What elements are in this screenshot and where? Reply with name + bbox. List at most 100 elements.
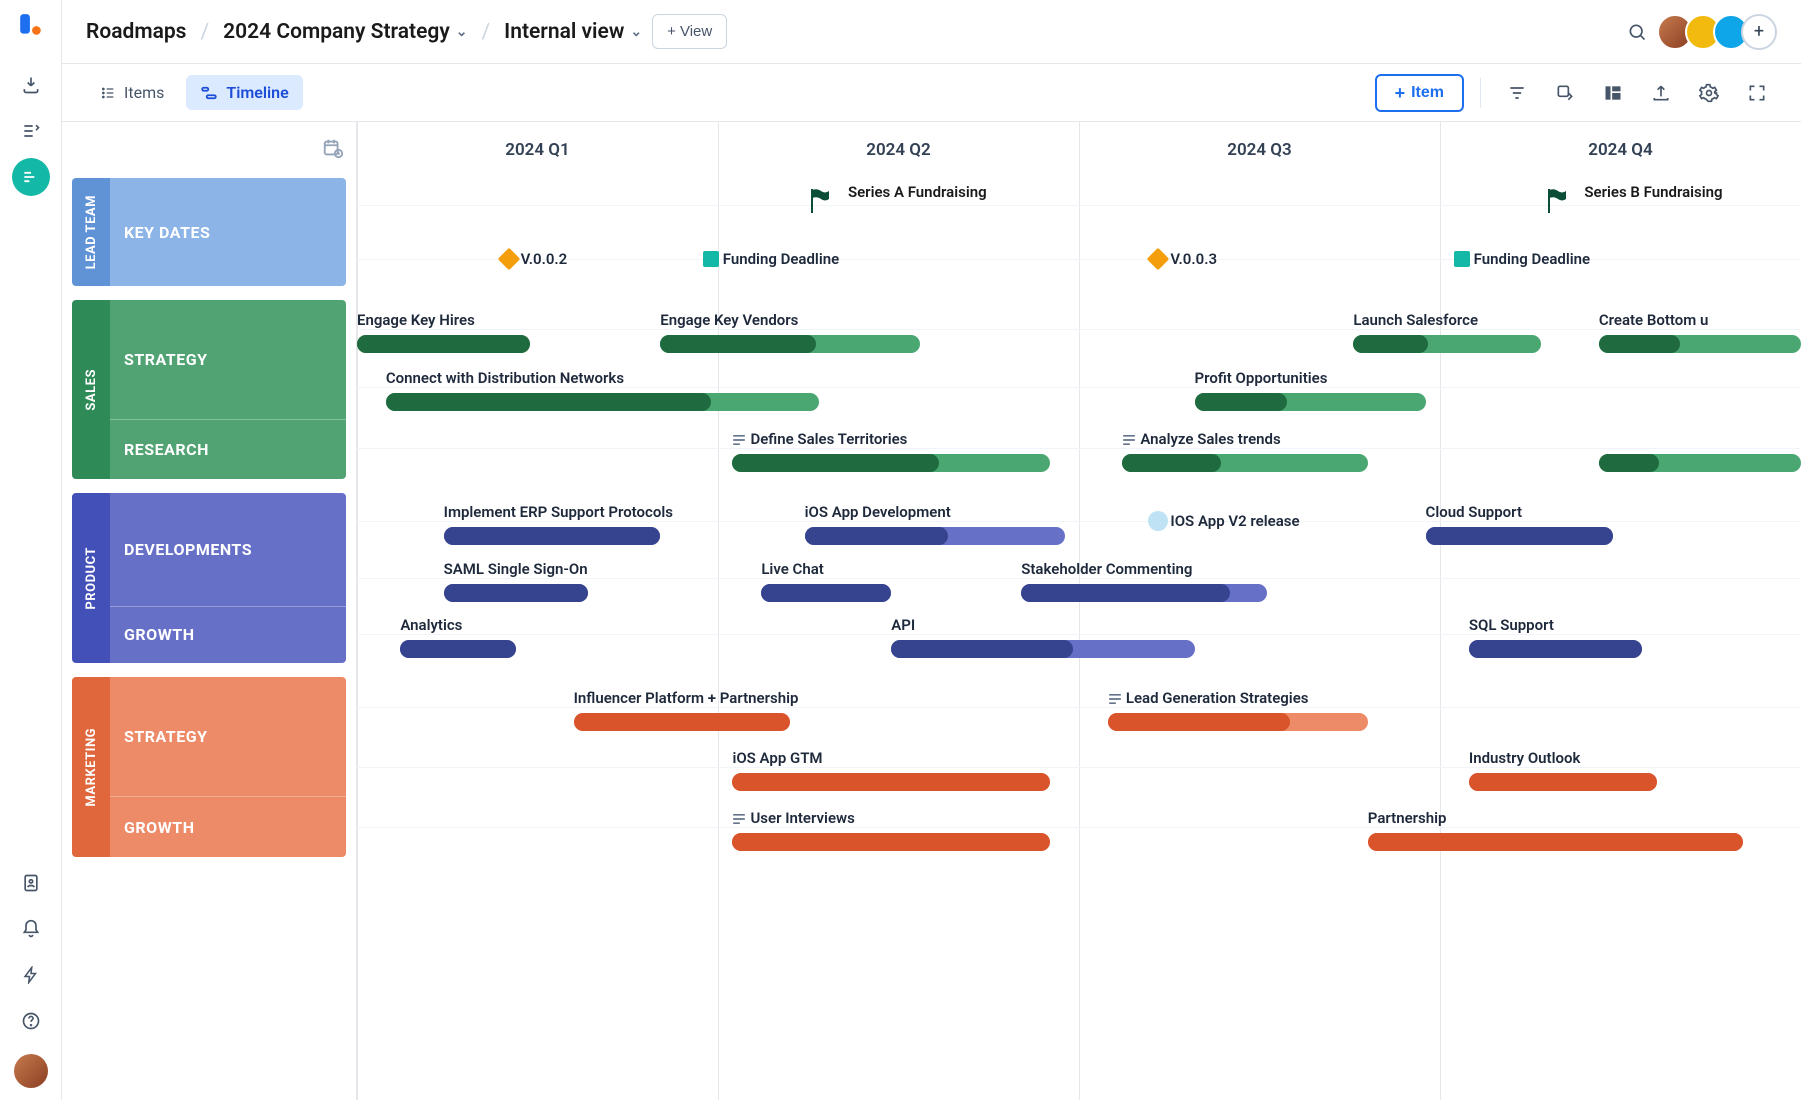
timeline-bar[interactable] xyxy=(761,584,891,602)
breadcrumb-board[interactable]: 2024 Company Strategy ⌄ xyxy=(223,20,467,44)
milestone-label: Funding Deadline xyxy=(1474,250,1590,268)
breadcrumb: Roadmaps / 2024 Company Strategy ⌄ / Int… xyxy=(86,20,642,44)
add-collaborator-button[interactable]: + xyxy=(1741,14,1777,50)
timeline-bar[interactable] xyxy=(1469,773,1657,791)
view-toolbar: Items Timeline +Item xyxy=(62,64,1801,122)
timeline-bar-label: SAML Single Sign-On xyxy=(444,560,588,578)
lane-product-growth[interactable]: GROWTH xyxy=(110,606,346,663)
add-view-button[interactable]: + View xyxy=(652,14,727,49)
breadcrumb-root[interactable]: Roadmaps xyxy=(86,20,186,44)
timeline-canvas[interactable]: 2024 Q1 2024 Q2 2024 Q3 2024 Q4 Series A… xyxy=(357,122,1801,1100)
filter-icon[interactable] xyxy=(1497,73,1537,113)
timeline-bar[interactable] xyxy=(1353,335,1541,353)
rail-contacts-icon[interactable] xyxy=(12,864,50,902)
timeline-bar[interactable] xyxy=(732,773,1050,791)
swimlane-marketing: MARKETING STRATEGY GROWTH xyxy=(72,677,346,857)
timeline-bar[interactable] xyxy=(444,584,588,602)
current-user-avatar[interactable] xyxy=(14,1054,48,1088)
timeline-bar-label: API xyxy=(891,616,915,634)
milestone-circle-icon[interactable] xyxy=(1148,511,1168,531)
export-icon[interactable] xyxy=(1641,73,1681,113)
rail-help-icon[interactable] xyxy=(12,1002,50,1040)
link-icon[interactable] xyxy=(1545,73,1585,113)
timeline-bar-label: Analyze Sales trends xyxy=(1122,430,1280,448)
milestone-label: V.0.0.3 xyxy=(1170,250,1217,268)
breadcrumb-view[interactable]: Internal view ⌄ xyxy=(504,20,642,44)
timeline-bar-label: Define Sales Territories xyxy=(732,430,907,448)
lane-sales-research[interactable]: RESEARCH xyxy=(110,419,346,479)
timeline-bar[interactable] xyxy=(400,640,516,658)
timeline-bar-label: SQL Support xyxy=(1469,616,1554,634)
timeline-bar[interactable] xyxy=(386,393,819,411)
timeline-bar[interactable] xyxy=(891,640,1194,658)
rail-roadmap-icon[interactable] xyxy=(12,158,50,196)
timeline-bar[interactable] xyxy=(1108,713,1368,731)
timeline-bar-label: Profit Opportunities xyxy=(1195,369,1328,387)
rail-bolt-icon[interactable] xyxy=(12,956,50,994)
chevron-down-icon: ⌄ xyxy=(456,24,468,40)
timeline-bar-label: Live Chat xyxy=(761,560,824,578)
rail-tasks-icon[interactable] xyxy=(12,112,50,150)
timeline-bar[interactable] xyxy=(357,335,530,353)
timeline-bar[interactable] xyxy=(1122,454,1367,472)
milestone-diamond-icon[interactable] xyxy=(497,248,520,271)
swimlane-product: PRODUCT DEVELOPMENTS GROWTH xyxy=(72,493,346,663)
timeline-bar-label: Stakeholder Commenting xyxy=(1021,560,1192,578)
timeline-bar-label: User Interviews xyxy=(732,809,854,827)
timeline-bar-label: Engage Key Vendors xyxy=(660,311,798,329)
timeline-bar[interactable] xyxy=(732,454,1050,472)
layout-icon[interactable] xyxy=(1593,73,1633,113)
timeline-bar[interactable] xyxy=(660,335,920,353)
left-rail xyxy=(0,0,62,1100)
timeline-bar-label: Connect with Distribution Networks xyxy=(386,369,624,387)
timeline-bar-label: Engage Key Hires xyxy=(357,311,475,329)
timeline-bar[interactable] xyxy=(1368,833,1743,851)
app-logo-icon[interactable] xyxy=(18,12,44,38)
timeline-bar[interactable] xyxy=(805,527,1065,545)
timeline-bar-label: iOS App GTM xyxy=(732,749,822,767)
timeline-bar-label: Analytics xyxy=(400,616,462,634)
lane-product-developments[interactable]: DEVELOPMENTS xyxy=(110,493,346,606)
milestone-label: Funding Deadline xyxy=(723,250,839,268)
rail-import-icon[interactable] xyxy=(12,66,50,104)
timeline-bar[interactable] xyxy=(444,527,661,545)
milestone-diamond-icon[interactable] xyxy=(1147,248,1170,271)
timeline-bar[interactable] xyxy=(1195,393,1426,411)
lane-marketing-growth[interactable]: GROWTH xyxy=(110,796,346,857)
timeline-sidebar: LEAD TEAM KEY DATES SALES STRATEGY RESEA… xyxy=(62,122,357,1100)
milestone-square-icon[interactable] xyxy=(703,251,719,267)
gear-icon[interactable] xyxy=(1689,73,1729,113)
timeline-bar-label: Industry Outlook xyxy=(1469,749,1581,767)
milestone-square-icon[interactable] xyxy=(1454,251,1470,267)
lane-key-dates[interactable]: KEY DATES xyxy=(110,178,346,286)
milestone-label: V.0.0.2 xyxy=(521,250,568,268)
timeline-bar[interactable] xyxy=(574,713,791,731)
tab-items[interactable]: Items xyxy=(86,75,178,110)
swimlane-sales: SALES STRATEGY RESEARCH xyxy=(72,300,346,479)
fullscreen-icon[interactable] xyxy=(1737,73,1777,113)
timeline-bar[interactable] xyxy=(732,833,1050,851)
lane-marketing-strategy[interactable]: STRATEGY xyxy=(110,677,346,796)
search-icon[interactable] xyxy=(1619,14,1655,50)
chevron-down-icon: ⌄ xyxy=(630,24,642,40)
timeline-bar[interactable] xyxy=(1021,584,1266,602)
lane-sales-strategy[interactable]: STRATEGY xyxy=(110,300,346,419)
tab-timeline[interactable]: Timeline xyxy=(186,75,302,110)
timeline-bar[interactable] xyxy=(1599,335,1801,353)
timeline-bar[interactable] xyxy=(1469,640,1642,658)
flag-icon[interactable] xyxy=(1543,187,1569,219)
flag-icon[interactable] xyxy=(806,187,832,219)
timeline-bar-label: Influencer Platform + Partnership xyxy=(574,689,799,707)
timeline-bar-label: Partnership xyxy=(1368,809,1447,827)
rail-notifications-icon[interactable] xyxy=(12,910,50,948)
timeline-bar[interactable] xyxy=(1599,454,1801,472)
add-item-button[interactable]: +Item xyxy=(1375,74,1464,112)
timeline-bar-label: Cloud Support xyxy=(1426,503,1522,521)
timeline-bar-label: Create Bottom u xyxy=(1599,311,1709,329)
timeline: LEAD TEAM KEY DATES SALES STRATEGY RESEA… xyxy=(62,122,1801,1100)
collaborator-avatars: + xyxy=(1665,14,1777,50)
timeline-bar[interactable] xyxy=(1426,527,1614,545)
swimlane-lead-team: LEAD TEAM KEY DATES xyxy=(72,178,346,286)
date-settings-icon[interactable] xyxy=(322,137,344,163)
timeline-bar-label: Implement ERP Support Protocols xyxy=(444,503,673,521)
